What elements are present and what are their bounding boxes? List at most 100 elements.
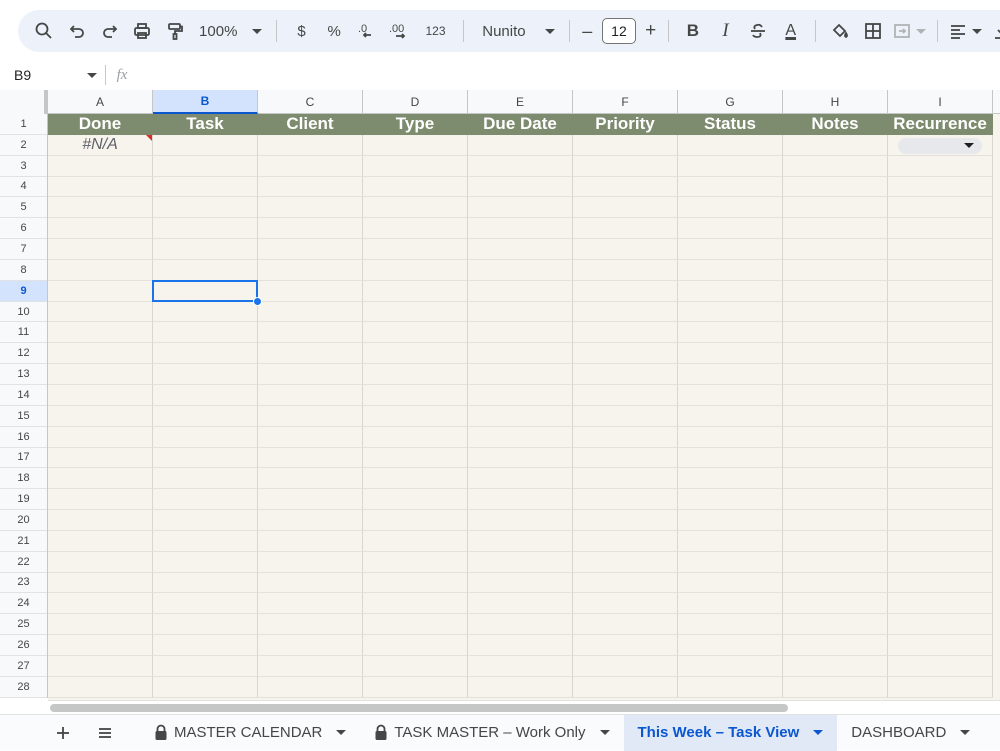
cell-f10[interactable] <box>573 301 678 323</box>
row-header-25[interactable]: 25 <box>0 614 47 636</box>
cell-i6[interactable] <box>888 218 993 240</box>
cell-d26[interactable] <box>363 635 468 656</box>
cell-e7[interactable] <box>468 239 573 260</box>
cell-f20[interactable] <box>573 510 678 531</box>
cell-a13[interactable] <box>48 364 153 385</box>
cell-b28[interactable] <box>153 676 258 698</box>
cell-g14[interactable] <box>678 384 783 406</box>
cell-d4[interactable] <box>363 176 468 198</box>
cell-h7[interactable] <box>783 239 888 260</box>
cell-c6[interactable] <box>258 218 363 240</box>
cell-h11[interactable] <box>783 322 888 344</box>
cell-b3[interactable] <box>153 155 258 177</box>
column-header-d[interactable]: D <box>363 90 468 114</box>
cell-i24[interactable] <box>888 593 993 615</box>
cell-a23[interactable] <box>48 572 153 594</box>
cell-f13[interactable] <box>573 364 678 385</box>
cell-b19[interactable] <box>153 489 258 511</box>
cell-i28[interactable] <box>888 676 993 698</box>
scrollbar-thumb[interactable] <box>50 704 788 712</box>
font-family-select[interactable]: Nunito <box>472 10 561 52</box>
column-header-a[interactable]: A <box>48 90 153 114</box>
vertical-align-button[interactable] <box>985 10 1000 52</box>
cell-h26[interactable] <box>783 635 888 656</box>
more-formats-button[interactable]: 123 <box>416 10 456 52</box>
cell-f8[interactable] <box>573 259 678 281</box>
currency-format-button[interactable]: $ <box>285 10 318 52</box>
cell-f4[interactable] <box>573 176 678 198</box>
cell-g9[interactable] <box>678 280 783 302</box>
cell-g25[interactable] <box>678 614 783 636</box>
cell-c24[interactable] <box>258 593 363 615</box>
cell-e21[interactable] <box>468 530 573 552</box>
decrease-decimal-button[interactable]: .0 <box>351 10 384 52</box>
cell-h20[interactable] <box>783 510 888 531</box>
undo-button[interactable] <box>61 10 94 52</box>
font-size-input[interactable]: 12 <box>602 18 636 44</box>
header-cell-a[interactable]: Done <box>48 114 153 135</box>
header-cell-h[interactable]: Notes <box>783 114 888 135</box>
row-header-9[interactable]: 9 <box>0 280 47 302</box>
cell-e27[interactable] <box>468 655 573 677</box>
cell-h15[interactable] <box>783 405 888 427</box>
cell-area[interactable]: Done Task Client Type Due Date Priority Status… <box>48 114 1000 700</box>
cell-e3[interactable] <box>468 155 573 177</box>
cell-a26[interactable] <box>48 635 153 656</box>
cell-d9[interactable] <box>363 280 468 302</box>
cell-f26[interactable] <box>573 635 678 656</box>
cell-g19[interactable] <box>678 489 783 511</box>
all-sheets-button[interactable] <box>84 715 126 751</box>
increase-font-size-button[interactable]: + <box>642 10 660 52</box>
cell-a6[interactable] <box>48 218 153 240</box>
cell-h13[interactable] <box>783 364 888 385</box>
cell-a25[interactable] <box>48 614 153 636</box>
cell-h8[interactable] <box>783 259 888 281</box>
row-header-2[interactable]: 2 <box>0 135 47 156</box>
row-header-15[interactable]: 15 <box>0 406 47 427</box>
row-header-8[interactable]: 8 <box>0 260 47 281</box>
row-header-21[interactable]: 21 <box>0 531 47 552</box>
cell-d16[interactable] <box>363 426 468 448</box>
search-menus-button[interactable] <box>28 10 61 52</box>
cell-c3[interactable] <box>258 155 363 177</box>
formula-input[interactable] <box>138 60 1000 90</box>
cell-e2[interactable] <box>468 134 573 156</box>
cell-b18[interactable] <box>153 468 258 490</box>
cell-f21[interactable] <box>573 530 678 552</box>
text-color-button[interactable]: A <box>774 10 807 52</box>
cell-b9[interactable] <box>153 280 258 302</box>
cell-e16[interactable] <box>468 426 573 448</box>
cell-e6[interactable] <box>468 218 573 240</box>
cell-f5[interactable] <box>573 197 678 219</box>
sheet-tab[interactable]: MASTER CALENDAR <box>140 715 360 751</box>
cell-f7[interactable] <box>573 239 678 260</box>
cell-e18[interactable] <box>468 468 573 490</box>
cell-e23[interactable] <box>468 572 573 594</box>
cell-b17[interactable] <box>153 447 258 469</box>
paint-format-button[interactable] <box>158 10 191 52</box>
cell-d28[interactable] <box>363 676 468 698</box>
header-cell-i[interactable]: Recurrence <box>888 114 993 135</box>
row-header-5[interactable]: 5 <box>0 197 47 219</box>
cell-d15[interactable] <box>363 405 468 427</box>
cell-b16[interactable] <box>153 426 258 448</box>
cell-b23[interactable] <box>153 572 258 594</box>
cell-a12[interactable] <box>48 343 153 365</box>
cell-h25[interactable] <box>783 614 888 636</box>
cell-g5[interactable] <box>678 197 783 219</box>
cell-h28[interactable] <box>783 676 888 698</box>
cell-c8[interactable] <box>258 259 363 281</box>
cell-g3[interactable] <box>678 155 783 177</box>
cell-a3[interactable] <box>48 155 153 177</box>
cell-a28[interactable] <box>48 676 153 698</box>
cell-h2[interactable] <box>783 134 888 156</box>
cell-c5[interactable] <box>258 197 363 219</box>
cell-b11[interactable] <box>153 322 258 344</box>
column-header-i[interactable]: I <box>888 90 993 114</box>
cell-b13[interactable] <box>153 364 258 385</box>
cell-i17[interactable] <box>888 447 993 469</box>
row-header-23[interactable]: 23 <box>0 573 47 594</box>
cell-f23[interactable] <box>573 572 678 594</box>
cell-a14[interactable] <box>48 384 153 406</box>
cell-c13[interactable] <box>258 364 363 385</box>
